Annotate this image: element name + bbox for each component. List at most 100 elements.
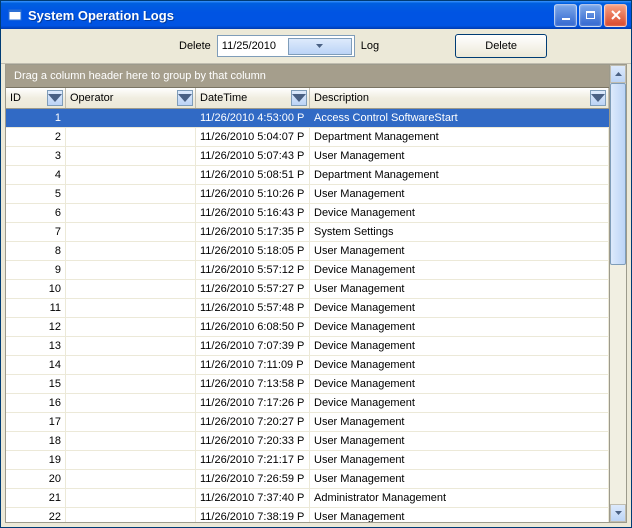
table-row[interactable]: 911/26/2010 5:57:12 PDevice Management [6, 261, 609, 280]
cell-id: 20 [6, 470, 66, 488]
cell-description: User Management [310, 413, 609, 431]
filter-icon[interactable] [590, 90, 606, 106]
cell-description: User Management [310, 147, 609, 165]
table-row[interactable]: 1311/26/2010 7:07:39 PDevice Management [6, 337, 609, 356]
vertical-scrollbar[interactable] [610, 64, 627, 523]
table-row[interactable]: 1011/26/2010 5:57:27 PUser Management [6, 280, 609, 299]
cell-id: 17 [6, 413, 66, 431]
cell-description: Device Management [310, 204, 609, 222]
cell-description: User Management [310, 432, 609, 450]
cell-datetime: 11/26/2010 6:08:50 P [196, 318, 310, 336]
table-row[interactable]: 2011/26/2010 7:26:59 PUser Management [6, 470, 609, 489]
window: System Operation Logs Delete 11/25/2010 … [0, 0, 632, 528]
cell-id: 4 [6, 166, 66, 184]
cell-id: 9 [6, 261, 66, 279]
cell-id: 8 [6, 242, 66, 260]
cell-datetime: 11/26/2010 5:08:51 P [196, 166, 310, 184]
date-value: 11/25/2010 [222, 40, 284, 52]
header-datetime[interactable]: DateTime [196, 88, 310, 108]
group-by-bar[interactable]: Drag a column header here to group by th… [6, 65, 609, 88]
cell-description: Device Management [310, 318, 609, 336]
header-id[interactable]: ID [6, 88, 66, 108]
cell-datetime: 11/26/2010 5:18:05 P [196, 242, 310, 260]
table-row[interactable]: 2211/26/2010 7:38:19 PUser Management [6, 508, 609, 522]
filter-icon[interactable] [291, 90, 307, 106]
table-row[interactable]: 611/26/2010 5:16:43 PDevice Management [6, 204, 609, 223]
table-row[interactable]: 1211/26/2010 6:08:50 PDevice Management [6, 318, 609, 337]
cell-description: User Management [310, 280, 609, 298]
cell-datetime: 11/26/2010 7:38:19 P [196, 508, 310, 522]
table-row[interactable]: 1611/26/2010 7:17:26 PDevice Management [6, 394, 609, 413]
cell-description: Device Management [310, 337, 609, 355]
table-row[interactable]: 311/26/2010 5:07:43 PUser Management [6, 147, 609, 166]
scroll-down-button[interactable] [610, 504, 626, 522]
cell-operator [66, 470, 196, 488]
table-row[interactable]: 211/26/2010 5:04:07 PDepartment Manageme… [6, 128, 609, 147]
table-row[interactable]: 1711/26/2010 7:20:27 PUser Management [6, 413, 609, 432]
filter-icon[interactable] [47, 90, 63, 106]
scroll-thumb[interactable] [610, 83, 626, 265]
table-row[interactable]: 1511/26/2010 7:13:58 PDevice Management [6, 375, 609, 394]
cell-operator [66, 109, 196, 127]
grid-body[interactable]: 111/26/2010 4:53:00 PAccess Control Soft… [6, 109, 609, 522]
cell-description: Department Management [310, 166, 609, 184]
cell-id: 2 [6, 128, 66, 146]
cell-id: 3 [6, 147, 66, 165]
scroll-track[interactable] [610, 83, 626, 504]
cell-description: Device Management [310, 261, 609, 279]
delete-button[interactable]: Delete [455, 34, 547, 58]
table-row[interactable]: 1811/26/2010 7:20:33 PUser Management [6, 432, 609, 451]
cell-id: 18 [6, 432, 66, 450]
cell-operator [66, 413, 196, 431]
scroll-up-button[interactable] [610, 65, 626, 83]
table-row[interactable]: 1411/26/2010 7:11:09 PDevice Management [6, 356, 609, 375]
cell-datetime: 11/26/2010 5:10:26 P [196, 185, 310, 203]
cell-operator [66, 204, 196, 222]
filter-icon[interactable] [177, 90, 193, 106]
cell-id: 1 [6, 109, 66, 127]
cell-id: 6 [6, 204, 66, 222]
chevron-down-icon[interactable] [288, 38, 352, 55]
cell-operator [66, 185, 196, 203]
cell-datetime: 11/26/2010 7:17:26 P [196, 394, 310, 412]
cell-operator [66, 147, 196, 165]
log-grid: Drag a column header here to group by th… [5, 64, 610, 523]
cell-operator [66, 128, 196, 146]
cell-id: 11 [6, 299, 66, 317]
table-row[interactable]: 711/26/2010 5:17:35 PSystem Settings [6, 223, 609, 242]
cell-operator [66, 489, 196, 507]
close-button[interactable] [604, 4, 627, 27]
table-row[interactable]: 11 11/26/2010 5:57:48 PDevice Management [6, 299, 609, 318]
cell-description: Device Management [310, 299, 609, 317]
table-row[interactable]: 5 11/26/2010 5:10:26 PUser Management [6, 185, 609, 204]
cell-description: Device Management [310, 356, 609, 374]
cell-datetime: 11/26/2010 5:17:35 P [196, 223, 310, 241]
cell-id: 19 [6, 451, 66, 469]
cell-description: User Management [310, 185, 609, 203]
table-row[interactable]: 111/26/2010 4:53:00 PAccess Control Soft… [6, 109, 609, 128]
cell-id: 21 [6, 489, 66, 507]
cell-id: 5 [6, 185, 66, 203]
delete-prefix-label: Delete [179, 40, 211, 52]
header-description[interactable]: Description [310, 88, 609, 108]
date-select[interactable]: 11/25/2010 [217, 35, 355, 57]
cell-operator [66, 356, 196, 374]
cell-operator [66, 299, 196, 317]
minimize-button[interactable] [554, 4, 577, 27]
cell-operator [66, 280, 196, 298]
table-row[interactable]: 811/26/2010 5:18:05 PUser Management [6, 242, 609, 261]
header-row: ID Operator DateTime Description [6, 88, 609, 109]
titlebar[interactable]: System Operation Logs [1, 1, 631, 29]
table-row[interactable]: 4 11/26/2010 5:08:51 PDepartment Manageme… [6, 166, 609, 185]
cell-datetime: 11/26/2010 5:57:48 P [196, 299, 310, 317]
cell-description: User Management [310, 508, 609, 522]
cell-id: 16 [6, 394, 66, 412]
cell-datetime: 11/26/2010 4:53:00 P [196, 109, 310, 127]
cell-operator [66, 318, 196, 336]
grid-area: Drag a column header here to group by th… [5, 64, 627, 523]
table-row[interactable]: 2111/26/2010 7:37:40 PAdministrator Mana… [6, 489, 609, 508]
header-operator[interactable]: Operator [66, 88, 196, 108]
maximize-button[interactable] [579, 4, 602, 27]
cell-operator [66, 508, 196, 522]
table-row[interactable]: 1911/26/2010 7:21:17 PUser Management [6, 451, 609, 470]
